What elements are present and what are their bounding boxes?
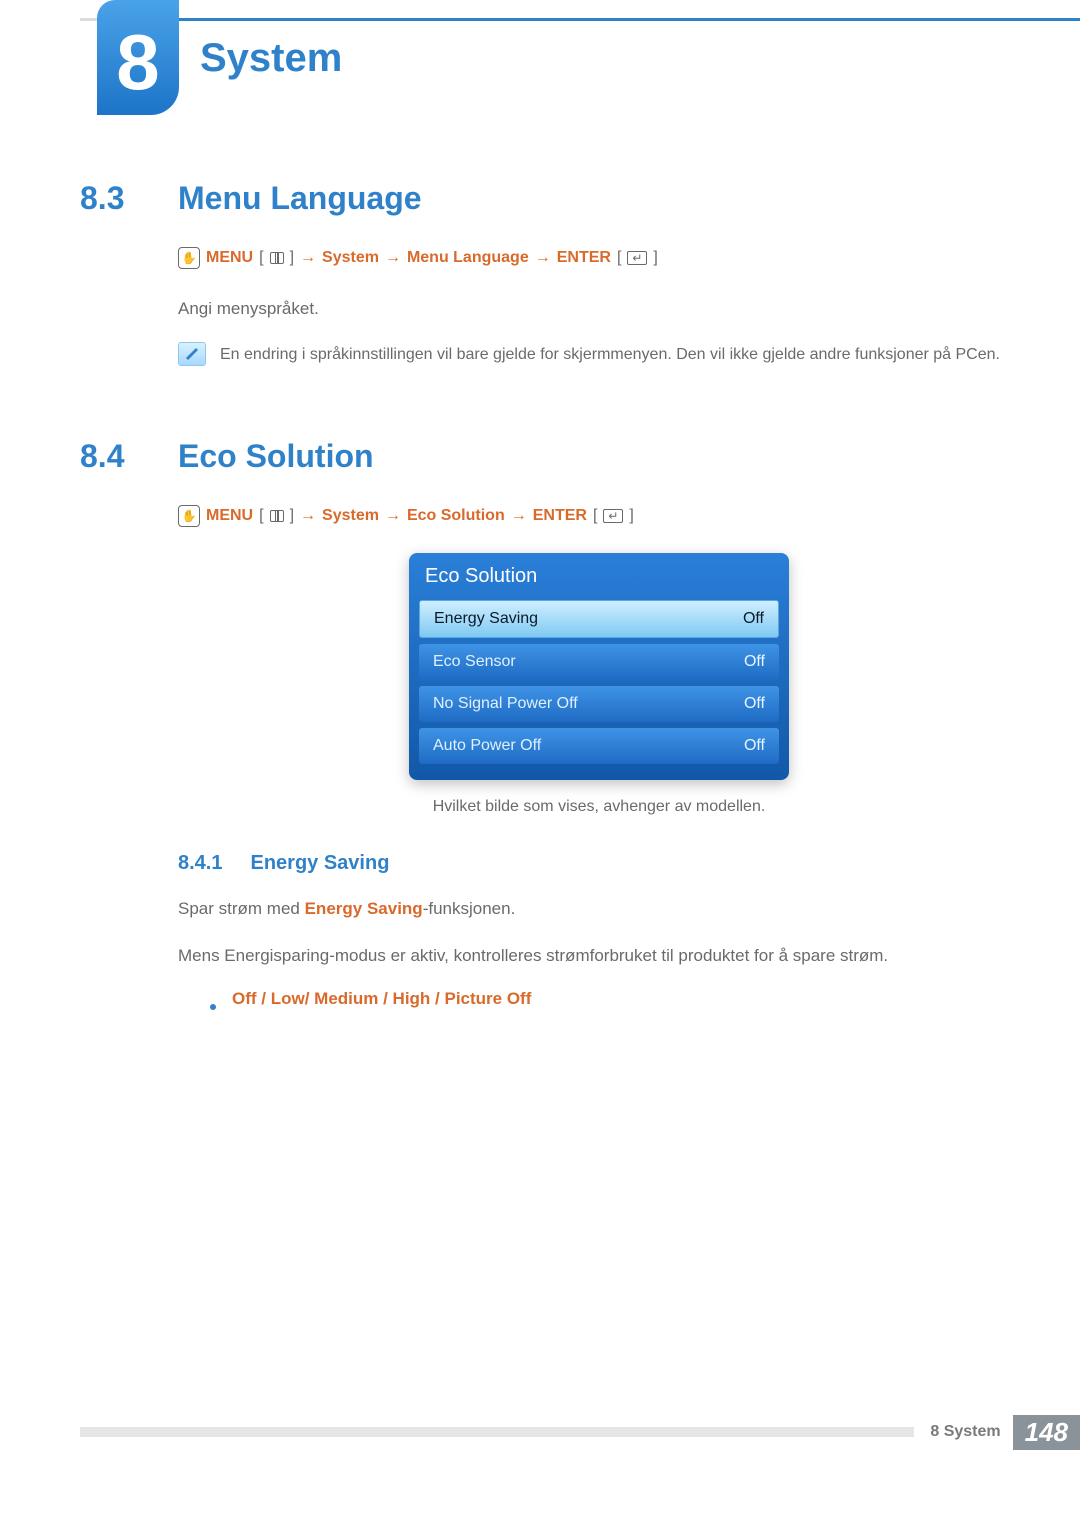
section-intro: Angi menyspråket. [178, 295, 1020, 322]
arrow-icon: → [535, 249, 551, 267]
section-eco-solution: 8.4 Eco Solution ✋ MENU [ ] → System → E… [80, 438, 1020, 1009]
osd-panel-eco-solution: Eco Solution Energy Saving Off Eco Senso… [409, 553, 789, 780]
bracket-open: [ [593, 507, 597, 525]
bracket-open: [ [617, 249, 621, 267]
footer-chapter-label: 8 System [930, 1423, 1000, 1441]
chapter-number: 8 [116, 23, 159, 101]
arrow-icon: → [385, 249, 401, 267]
osd-row-value: Off [744, 695, 765, 713]
osd-title: Eco Solution [409, 553, 789, 600]
section-menu-language: 8.3 Menu Language ✋ MENU [ ] → System → … [80, 180, 1020, 368]
nav-item-label: Menu Language [407, 249, 529, 267]
osd-row-label: Eco Sensor [433, 653, 516, 671]
osd-caption: Hvilket bilde som vises, avhenger av mod… [178, 798, 1020, 816]
nav-path-menu-language: ✋ MENU [ ] → System → Menu Language → EN… [178, 247, 1020, 269]
osd-row-value: Off [744, 653, 765, 671]
menu-icon [270, 252, 284, 264]
bracket-close: ] [629, 507, 633, 525]
enter-icon [603, 509, 623, 523]
header-rule [80, 18, 1080, 21]
section-number: 8.4 [80, 438, 142, 475]
remote-icon: ✋ [178, 247, 200, 269]
subsection-title: Energy Saving [250, 852, 389, 875]
bracket-close: ] [290, 507, 294, 525]
section-title: Menu Language [178, 180, 422, 217]
bracket-close: ] [653, 249, 657, 267]
chapter-badge: 8 [97, 0, 179, 115]
arrow-icon: → [511, 507, 527, 525]
header-rule-left [80, 18, 97, 21]
bracket-open: [ [259, 249, 263, 267]
osd-row-label: Energy Saving [434, 610, 538, 628]
osd-row-energy-saving[interactable]: Energy Saving Off [419, 600, 779, 638]
nav-system-label: System [322, 249, 379, 267]
subsection-line-2: Mens Energisparing-modus er aktiv, kontr… [178, 942, 1020, 969]
osd-row-label: No Signal Power Off [433, 695, 578, 713]
nav-menu-label: MENU [206, 249, 253, 267]
page-footer: 8 System 148 [80, 1415, 1080, 1449]
text-strong: Energy Saving [305, 899, 423, 918]
footer-bar [80, 1427, 914, 1437]
subsection-line-1: Spar strøm med Energy Saving-funksjonen. [178, 895, 1020, 922]
text-pre: Spar strøm med [178, 899, 305, 918]
subsection-number: 8.4.1 [178, 852, 222, 875]
osd-row-no-signal-power-off[interactable]: No Signal Power Off Off [419, 686, 779, 722]
nav-enter-label: ENTER [533, 507, 587, 525]
bracket-close: ] [290, 249, 294, 267]
note-row: En endring i språkinnstillingen vil bare… [178, 342, 1020, 368]
nav-path-eco-solution: ✋ MENU [ ] → System → Eco Solution → ENT… [178, 505, 1020, 527]
osd-row-value: Off [743, 610, 764, 628]
bullet-icon [210, 1004, 216, 1010]
remote-icon: ✋ [178, 505, 200, 527]
arrow-icon: → [300, 249, 316, 267]
osd-row-auto-power-off[interactable]: Auto Power Off Off [419, 728, 779, 764]
osd-row-value: Off [744, 737, 765, 755]
options-list: Off / Low/ Medium / High / Picture Off [232, 989, 531, 1009]
arrow-icon: → [385, 507, 401, 525]
note-text: En endring i språkinnstillingen vil bare… [220, 342, 1000, 368]
text-post: -funksjonen. [423, 899, 516, 918]
enter-icon [627, 251, 647, 265]
chapter-title: System [200, 36, 342, 81]
bracket-open: [ [259, 507, 263, 525]
nav-system-label: System [322, 507, 379, 525]
options-bullet: Off / Low/ Medium / High / Picture Off [178, 989, 1020, 1009]
nav-item-label: Eco Solution [407, 507, 505, 525]
osd-row-eco-sensor[interactable]: Eco Sensor Off [419, 644, 779, 680]
section-title: Eco Solution [178, 438, 374, 475]
nav-enter-label: ENTER [557, 249, 611, 267]
note-icon [178, 342, 206, 366]
menu-icon [270, 510, 284, 522]
section-number: 8.3 [80, 180, 142, 217]
osd-row-label: Auto Power Off [433, 737, 541, 755]
arrow-icon: → [300, 507, 316, 525]
footer-page-number: 148 [1013, 1415, 1080, 1450]
nav-menu-label: MENU [206, 507, 253, 525]
